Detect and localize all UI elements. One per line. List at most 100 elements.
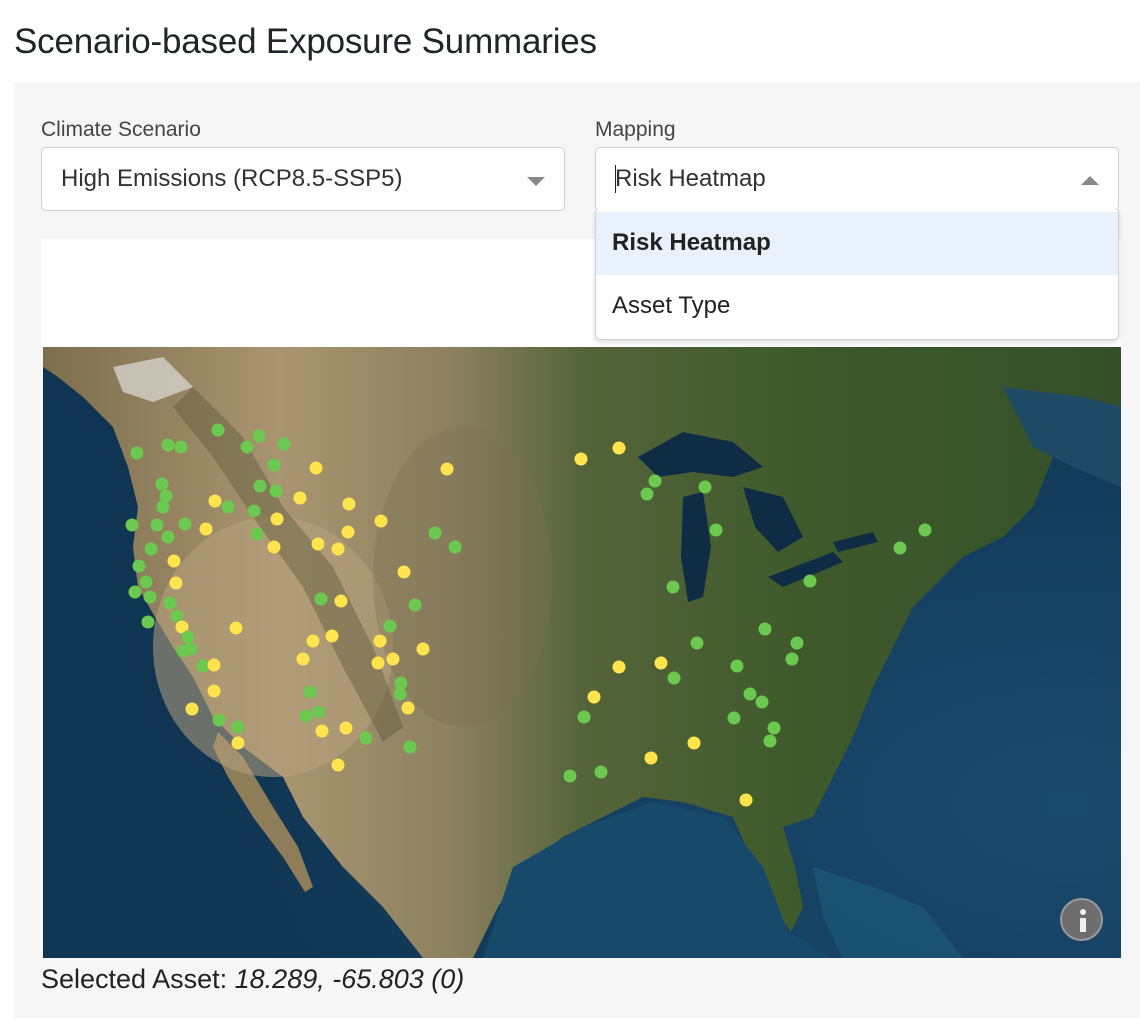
asset-marker[interactable] xyxy=(339,721,353,735)
asset-marker[interactable] xyxy=(167,554,181,568)
asset-marker[interactable] xyxy=(690,636,704,650)
asset-marker[interactable] xyxy=(401,701,415,715)
asset-marker[interactable] xyxy=(155,477,169,491)
asset-marker[interactable] xyxy=(612,441,626,455)
asset-marker[interactable] xyxy=(709,523,723,537)
mapping-option-asset-type[interactable]: Asset Type xyxy=(596,275,1118,338)
asset-marker[interactable] xyxy=(918,523,932,537)
asset-marker[interactable] xyxy=(161,438,175,452)
asset-marker[interactable] xyxy=(253,479,267,493)
asset-marker[interactable] xyxy=(169,576,183,590)
asset-marker[interactable] xyxy=(128,585,142,599)
asset-marker[interactable] xyxy=(342,497,356,511)
asset-marker[interactable] xyxy=(408,598,422,612)
asset-marker[interactable] xyxy=(240,440,254,454)
asset-marker[interactable] xyxy=(394,676,408,690)
scenario-select[interactable]: High Emissions (RCP8.5-SSP5) xyxy=(41,147,565,211)
asset-marker[interactable] xyxy=(594,765,608,779)
asset-marker[interactable] xyxy=(314,592,328,606)
asset-marker[interactable] xyxy=(587,690,601,704)
asset-marker[interactable] xyxy=(755,695,769,709)
asset-marker[interactable] xyxy=(386,652,400,666)
asset-marker[interactable] xyxy=(178,517,192,531)
asset-marker[interactable] xyxy=(150,518,164,532)
asset-marker[interactable] xyxy=(371,656,385,670)
asset-marker[interactable] xyxy=(270,512,284,526)
asset-marker[interactable] xyxy=(196,659,210,673)
asset-marker[interactable] xyxy=(763,734,777,748)
asset-marker[interactable] xyxy=(341,525,355,539)
asset-marker[interactable] xyxy=(293,491,307,505)
asset-marker[interactable] xyxy=(132,559,146,573)
asset-marker[interactable] xyxy=(374,514,388,528)
asset-marker[interactable] xyxy=(325,629,339,643)
asset-marker[interactable] xyxy=(440,462,454,476)
asset-marker[interactable] xyxy=(306,634,320,648)
asset-marker[interactable] xyxy=(648,474,662,488)
asset-marker[interactable] xyxy=(125,518,139,532)
asset-marker[interactable] xyxy=(309,461,323,475)
asset-marker[interactable] xyxy=(428,526,442,540)
asset-marker[interactable] xyxy=(267,540,281,554)
asset-marker[interactable] xyxy=(207,658,221,672)
asset-marker[interactable] xyxy=(803,574,817,588)
asset-marker[interactable] xyxy=(687,736,701,750)
asset-marker[interactable] xyxy=(654,656,668,670)
asset-marker[interactable] xyxy=(311,537,325,551)
asset-marker[interactable] xyxy=(767,721,781,735)
asset-marker[interactable] xyxy=(698,480,712,494)
asset-marker[interactable] xyxy=(403,740,417,754)
asset-marker[interactable] xyxy=(185,702,199,716)
asset-marker[interactable] xyxy=(574,452,588,466)
asset-marker[interactable] xyxy=(250,527,264,541)
asset-marker[interactable] xyxy=(743,687,757,701)
asset-marker[interactable] xyxy=(730,659,744,673)
asset-marker[interactable] xyxy=(331,758,345,772)
asset-marker[interactable] xyxy=(139,575,153,589)
asset-marker[interactable] xyxy=(252,429,266,443)
asset-marker[interactable] xyxy=(563,769,577,783)
asset-marker[interactable] xyxy=(790,636,804,650)
asset-marker[interactable] xyxy=(221,500,235,514)
mapping-select[interactable]: Risk Heatmap xyxy=(595,147,1119,211)
asset-marker[interactable] xyxy=(269,484,283,498)
asset-marker[interactable] xyxy=(212,713,226,727)
asset-marker[interactable] xyxy=(373,634,387,648)
asset-marker[interactable] xyxy=(229,621,243,635)
asset-marker[interactable] xyxy=(130,446,144,460)
asset-marker[interactable] xyxy=(231,736,245,750)
asset-marker[interactable] xyxy=(893,541,907,555)
asset-marker[interactable] xyxy=(277,437,291,451)
asset-marker[interactable] xyxy=(315,724,329,738)
asset-marker[interactable] xyxy=(416,642,430,656)
asset-marker[interactable] xyxy=(393,687,407,701)
info-icon[interactable] xyxy=(1060,898,1103,941)
asset-marker[interactable] xyxy=(231,720,245,734)
asset-marker[interactable] xyxy=(161,530,175,544)
asset-marker[interactable] xyxy=(299,709,313,723)
asset-map[interactable] xyxy=(43,347,1121,958)
asset-marker[interactable] xyxy=(141,615,155,629)
asset-marker[interactable] xyxy=(331,542,345,556)
asset-marker[interactable] xyxy=(758,622,772,636)
asset-marker[interactable] xyxy=(785,652,799,666)
asset-marker[interactable] xyxy=(184,642,198,656)
asset-marker[interactable] xyxy=(727,711,741,725)
asset-marker[interactable] xyxy=(644,751,658,765)
asset-marker[interactable] xyxy=(612,660,626,674)
asset-marker[interactable] xyxy=(181,630,195,644)
asset-marker[interactable] xyxy=(163,596,177,610)
asset-marker[interactable] xyxy=(174,440,188,454)
asset-marker[interactable] xyxy=(156,500,170,514)
asset-marker[interactable] xyxy=(359,731,373,745)
asset-marker[interactable] xyxy=(397,565,411,579)
asset-marker[interactable] xyxy=(144,542,158,556)
asset-marker[interactable] xyxy=(267,458,281,472)
asset-marker[interactable] xyxy=(448,540,462,554)
asset-marker[interactable] xyxy=(296,652,310,666)
mapping-option-risk-heatmap[interactable]: Risk Heatmap xyxy=(596,212,1118,275)
asset-marker[interactable] xyxy=(211,423,225,437)
asset-marker[interactable] xyxy=(208,494,222,508)
asset-marker[interactable] xyxy=(739,793,753,807)
asset-marker[interactable] xyxy=(312,705,326,719)
